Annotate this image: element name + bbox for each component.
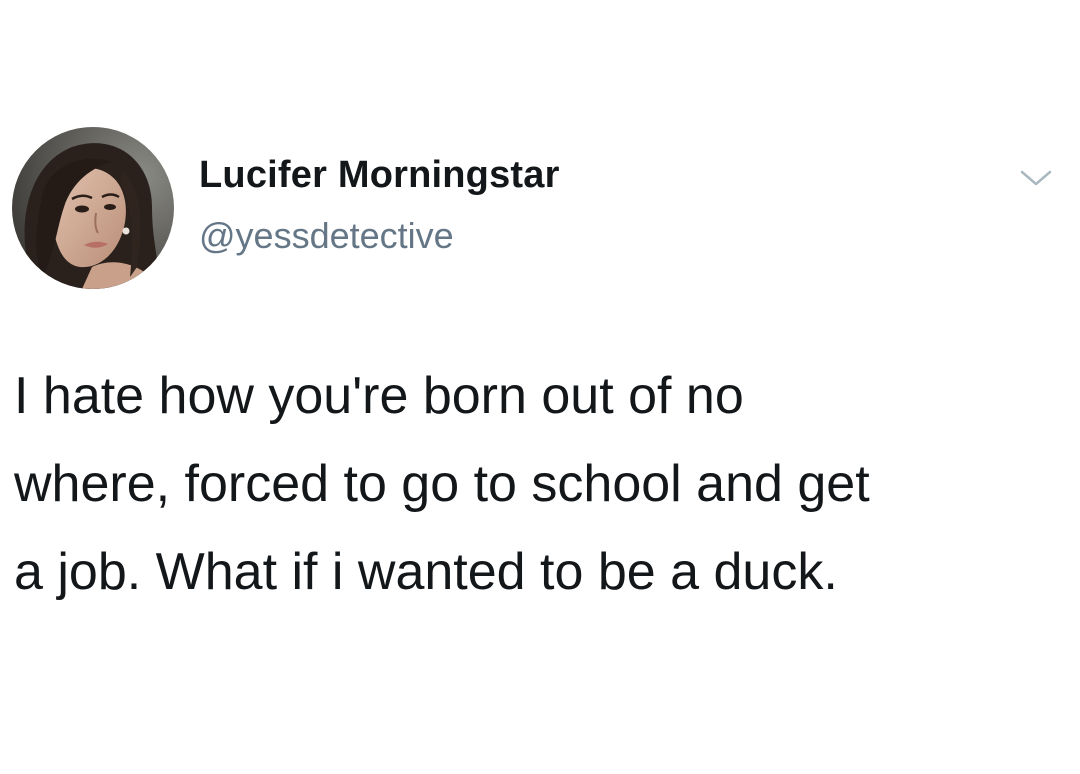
- tweet-text-line: I hate how you're born out of no: [14, 367, 744, 425]
- avatar[interactable]: [12, 127, 174, 289]
- tweet-text-line: where, forced to go to school and get: [14, 455, 870, 513]
- tweet-text-line: a job. What if i wanted to be a duck.: [14, 543, 838, 601]
- tweet-text: I hate how you're born out of no where, …: [14, 352, 1064, 616]
- author-display-name[interactable]: Lucifer Morningstar: [199, 154, 560, 197]
- chevron-down-icon[interactable]: [1019, 168, 1053, 188]
- tweet-card: Lucifer Morningstar @yessdetective I hat…: [0, 0, 1080, 774]
- avatar-photo-icon: [12, 127, 174, 289]
- author-handle[interactable]: @yessdetective: [199, 215, 454, 257]
